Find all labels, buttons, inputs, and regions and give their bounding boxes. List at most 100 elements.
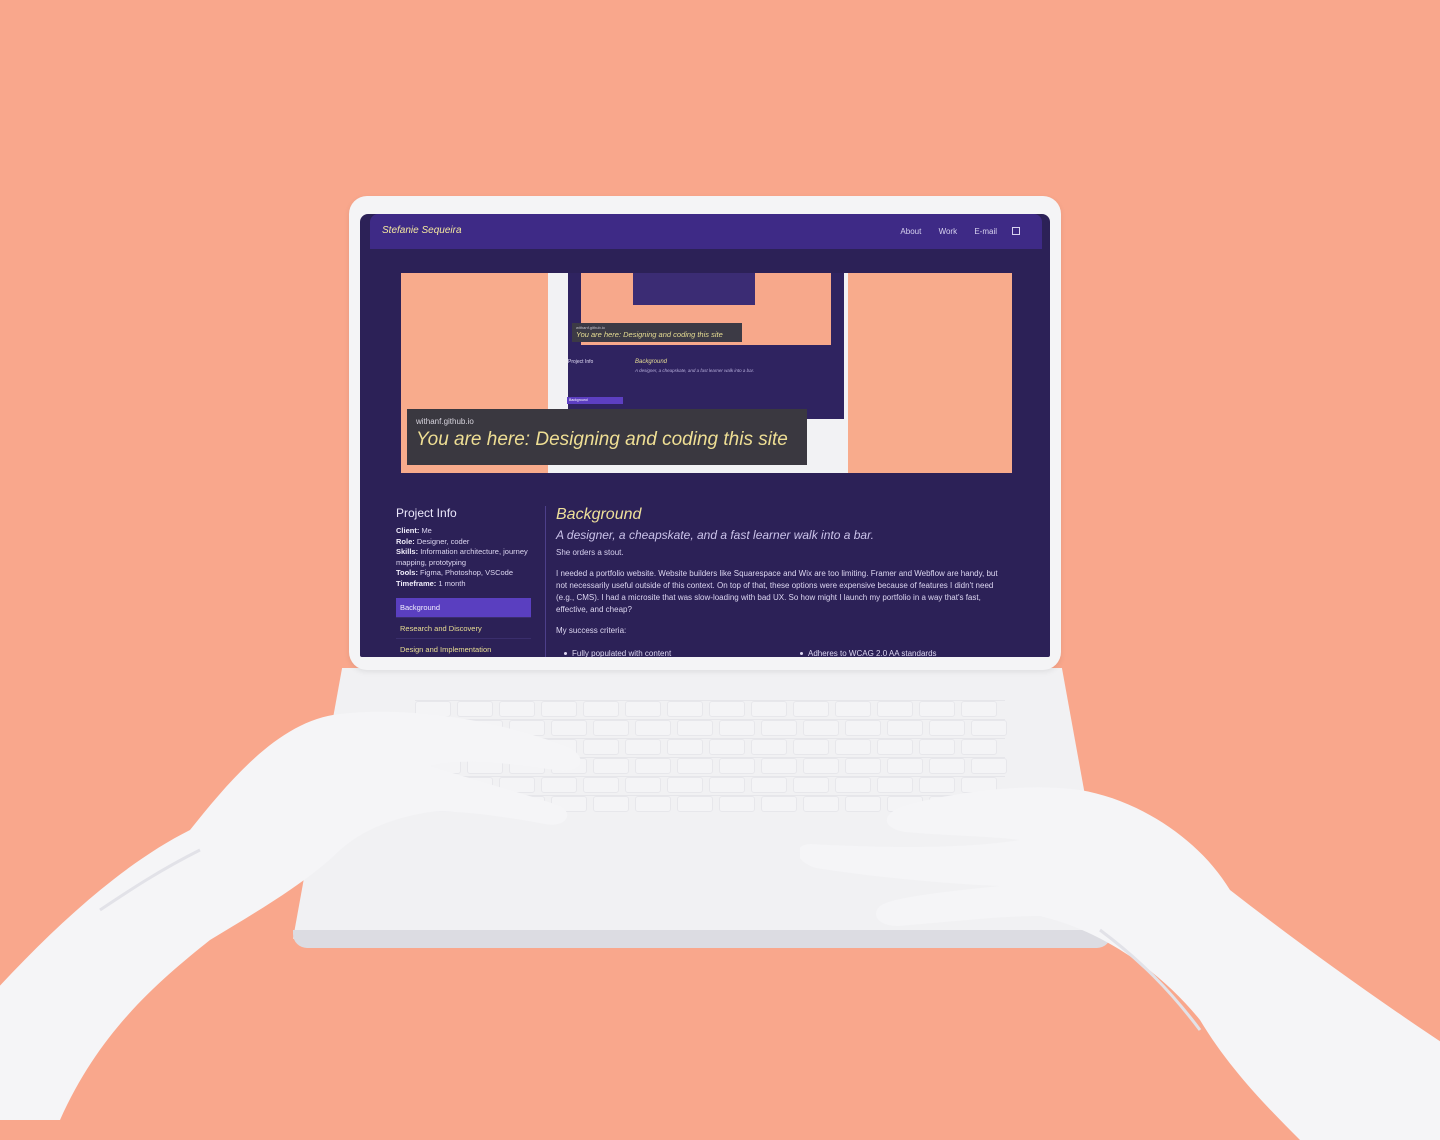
hero-mini-subheading: A designer, a cheapskate, and a fast lea…	[635, 368, 755, 373]
toc-item-background[interactable]: Background	[396, 598, 531, 618]
brand-logo[interactable]: Stefanie Sequeira	[382, 225, 462, 236]
keyboard-key	[761, 720, 797, 736]
content-divider	[545, 506, 546, 657]
info-role-label: Role:	[396, 536, 415, 546]
keyboard-key	[667, 701, 703, 717]
keyboard-key	[677, 796, 713, 812]
keyboard-key	[625, 739, 661, 755]
keyboard-key	[635, 758, 671, 774]
toc-item-research[interactable]: Research and Discovery	[396, 619, 531, 639]
keyboard-key	[803, 720, 839, 736]
keyboard-key	[845, 758, 881, 774]
hero-mini-background-button: Background	[567, 397, 623, 404]
sidebar-title: Project Info	[396, 506, 457, 520]
hero-mini-project-info: Project Info	[568, 359, 594, 365]
keyboard-key	[625, 701, 661, 717]
nav-link-work[interactable]: Work	[939, 227, 958, 236]
keyboard-key	[929, 720, 965, 736]
hero-caption-title: You are here: Designing and coding this …	[416, 429, 788, 450]
navbar: Stefanie Sequeira About Work E-mail	[370, 214, 1042, 249]
keyboard-key	[719, 796, 755, 812]
keyboard-key	[961, 739, 997, 755]
info-skills: Skills: Information architecture, journe…	[396, 547, 531, 568]
hero-mini-caption-title: You are here: Designing and coding this …	[576, 330, 723, 339]
keyboard-key	[761, 758, 797, 774]
criteria-list: Fully populated with content Adheres to …	[556, 649, 1006, 657]
nav-links: About Work E-mail	[885, 226, 1020, 236]
keyboard-key	[845, 720, 881, 736]
hero-image: withanf.github.io You are here: Designin…	[401, 273, 1012, 473]
keyboard-key	[635, 796, 671, 812]
info-tools: Tools: Figma, Photoshop, VSCode	[396, 568, 531, 579]
keyboard-key	[635, 720, 671, 736]
keyboard-key	[677, 720, 713, 736]
keyboard-key	[751, 701, 787, 717]
external-link-icon	[1012, 227, 1020, 235]
keyboard-key	[961, 701, 997, 717]
keyboard-key	[625, 777, 661, 793]
section-tagline: She orders a stout.	[556, 548, 624, 557]
hero-mini-caption: withanf.github.io You are here: Designin…	[572, 323, 742, 342]
keyboard-key	[719, 758, 755, 774]
keyboard-key	[793, 701, 829, 717]
keyboard-key	[971, 720, 1007, 736]
hero-mini-inner-screen	[633, 273, 755, 305]
hero-caption-url: withanf.github.io	[416, 417, 474, 426]
section-subheading: A designer, a cheapskate, and a fast lea…	[556, 528, 874, 542]
keyboard-key	[919, 739, 955, 755]
info-tools-label: Tools:	[396, 568, 418, 577]
left-hand	[0, 711, 581, 1120]
keyboard-key	[667, 739, 703, 755]
keyboard-key	[709, 739, 745, 755]
info-timeframe-value: 1 month	[438, 578, 466, 588]
project-info-sidebar: Project Info Client: Me Role: Designer, …	[396, 506, 531, 657]
keyboard-key	[751, 777, 787, 793]
info-timeframe: Timeframe: 1 month	[396, 579, 531, 590]
keyboard-key	[709, 777, 745, 793]
keyboard-key	[761, 796, 797, 812]
info-timeframe-label: Timeframe:	[396, 578, 437, 588]
nav-link-about[interactable]: About	[900, 227, 921, 236]
info-role: Role: Designer, coder	[396, 537, 531, 548]
info-client-label: Client:	[396, 526, 420, 535]
criteria-intro: My success criteria:	[556, 626, 627, 635]
main-content: Background A designer, a cheapskate, and…	[556, 506, 1006, 657]
info-client-value: Me	[421, 526, 432, 535]
list-item: Adheres to WCAG 2.0 AA standards	[796, 649, 937, 657]
keyboard-key	[835, 701, 871, 717]
info-skills-label: Skills:	[396, 547, 419, 556]
info-tools-value: Figma, Photoshop, VSCode	[420, 568, 514, 577]
keyboard-key	[803, 758, 839, 774]
info-client: Client: Me	[396, 526, 531, 537]
section-heading: Background	[556, 506, 642, 523]
keyboard-key	[593, 796, 629, 812]
table-of-contents: Background Research and Discovery Design…	[396, 598, 531, 657]
keyboard-key	[877, 701, 913, 717]
keyboard-key	[667, 777, 703, 793]
laptop-screen: Stefanie Sequeira About Work E-mail with…	[360, 214, 1050, 657]
toc-item-design[interactable]: Design and Implementation	[396, 640, 531, 657]
nav-link-email-label: E-mail	[974, 227, 997, 236]
keyboard-key	[887, 758, 923, 774]
keyboard-key	[751, 739, 787, 755]
keyboard-key	[593, 758, 629, 774]
hero-mini-background: Background	[635, 359, 668, 365]
keyboard-key	[835, 739, 871, 755]
hero-mini-background-label: Background	[569, 398, 588, 402]
nav-link-email[interactable]: E-mail	[974, 227, 1020, 236]
keyboard-key	[719, 720, 755, 736]
keyboard-key	[971, 758, 1007, 774]
keyboard-key	[593, 720, 629, 736]
keyboard-key	[919, 701, 955, 717]
section-paragraph: I needed a portfolio website. Website bu…	[556, 569, 998, 614]
keyboard-key	[929, 758, 965, 774]
list-item: Fully populated with content	[560, 649, 671, 657]
keyboard-key	[887, 720, 923, 736]
hero-caption: withanf.github.io You are here: Designin…	[407, 409, 807, 465]
info-role-value: Designer, coder	[416, 536, 470, 546]
keyboard-key	[709, 701, 745, 717]
keyboard-key	[793, 739, 829, 755]
keyboard-key	[877, 739, 913, 755]
right-hand	[800, 787, 1440, 1140]
keyboard-key	[677, 758, 713, 774]
